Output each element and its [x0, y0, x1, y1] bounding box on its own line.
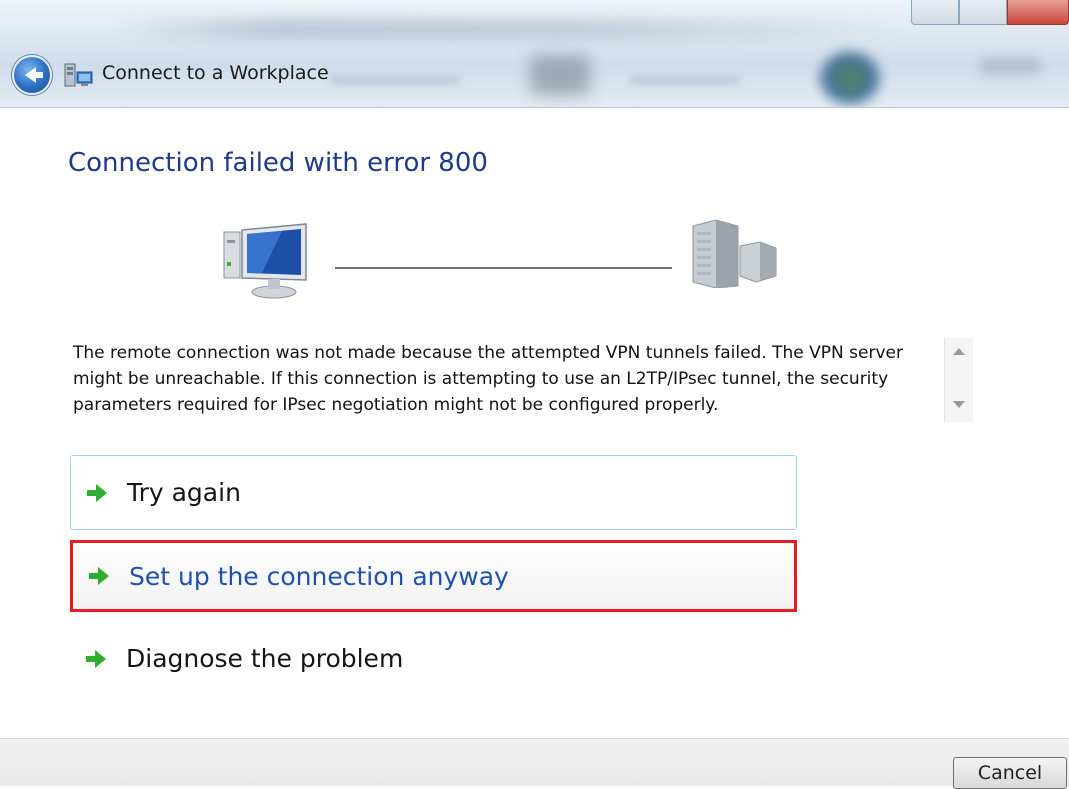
server-icon [692, 219, 777, 288]
error-message: The remote connection was not made becau… [73, 343, 903, 415]
maximize-button[interactable] [959, 0, 1007, 25]
page-title: Connection failed with error 800 [68, 148, 488, 178]
option-label: Try again [127, 478, 241, 507]
back-arrow-icon [25, 67, 43, 83]
background-blur [820, 52, 880, 104]
cancel-button[interactable]: Cancel [953, 757, 1067, 789]
background-blur [630, 76, 740, 84]
green-arrow-icon [87, 483, 107, 502]
setup-anyway-option[interactable]: Set up the connection anyway [70, 540, 797, 612]
scroll-up-icon[interactable] [953, 348, 965, 355]
background-blur [980, 58, 1040, 74]
try-again-option[interactable]: Try again [70, 455, 797, 530]
background-blur [330, 76, 460, 84]
connection-line [335, 267, 672, 269]
option-label: Set up the connection anyway [129, 561, 509, 591]
message-scrollbar[interactable] [944, 338, 973, 422]
window-controls [911, 0, 1069, 26]
window-title: Connect to a Workplace [102, 62, 329, 84]
minimize-button[interactable] [911, 0, 959, 25]
diagnose-option[interactable]: Diagnose the problem [70, 621, 797, 696]
background-blur [530, 55, 590, 95]
option-label: Diagnose the problem [126, 644, 404, 673]
dialog-footer: Cancel [0, 738, 1069, 789]
workplace-network-icon [64, 63, 93, 87]
background-blur [120, 18, 900, 40]
title-bar: Connect to a Workplace [0, 0, 1069, 108]
computer-icon [223, 223, 307, 299]
green-arrow-icon [89, 567, 109, 585]
scroll-down-icon[interactable] [953, 401, 965, 408]
close-button[interactable] [1007, 0, 1069, 25]
green-arrow-icon [86, 649, 106, 668]
back-button[interactable] [12, 55, 52, 95]
